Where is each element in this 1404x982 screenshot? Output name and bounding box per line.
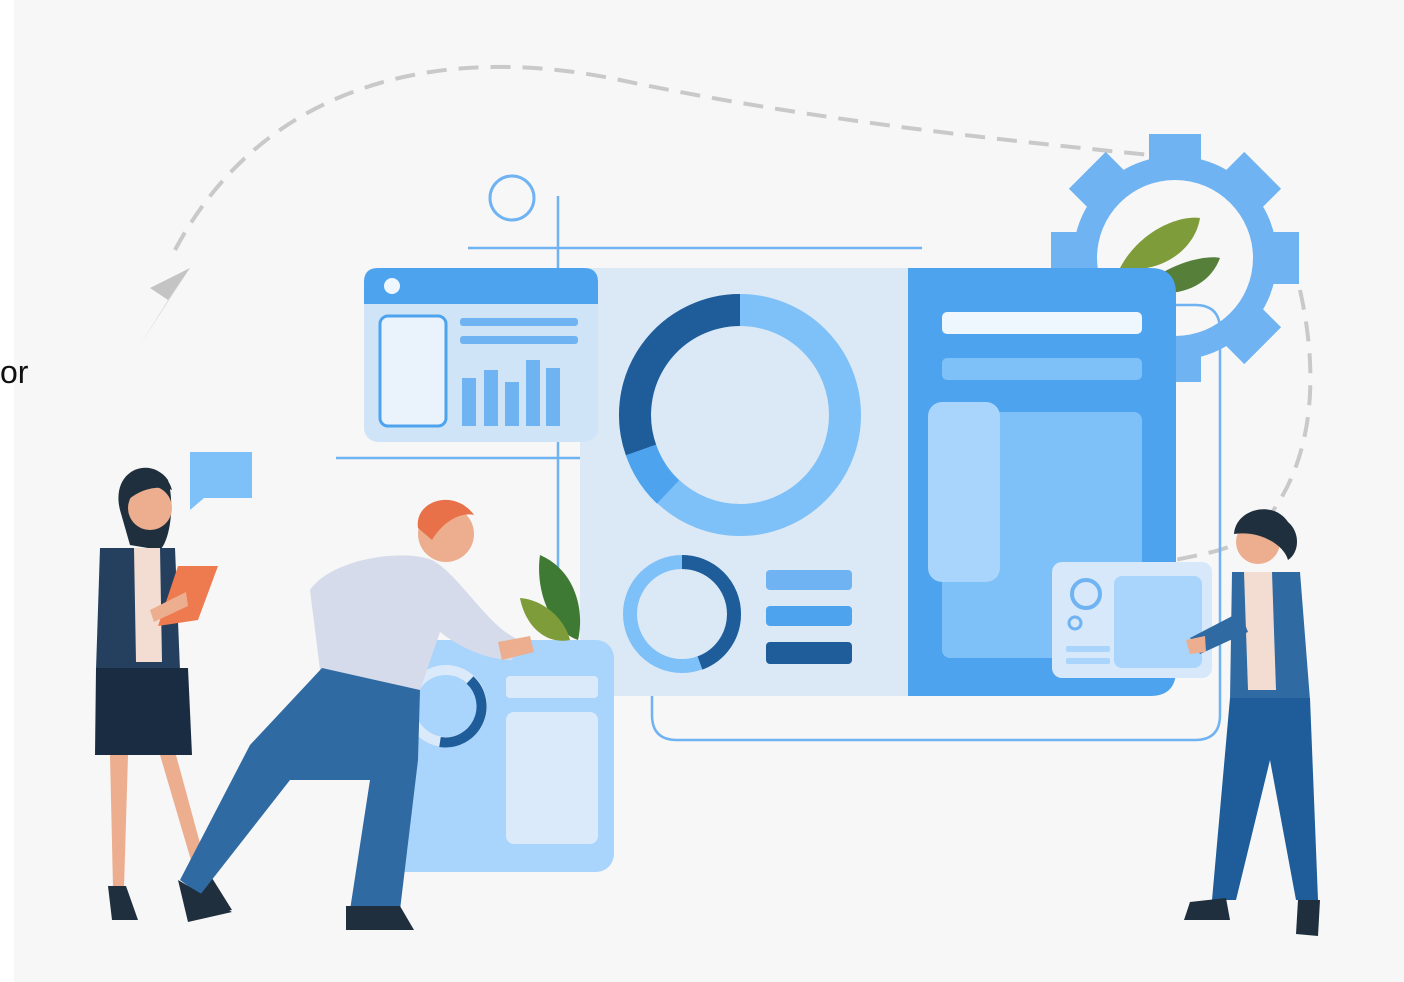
illustration-stage: or bbox=[0, 0, 1404, 982]
analytics-team-illustration bbox=[14, 0, 1404, 982]
legend-bars bbox=[766, 570, 852, 664]
edge-text-fragment: or bbox=[0, 354, 29, 390]
bar-chart-window bbox=[364, 268, 598, 442]
held-card bbox=[1052, 562, 1212, 678]
